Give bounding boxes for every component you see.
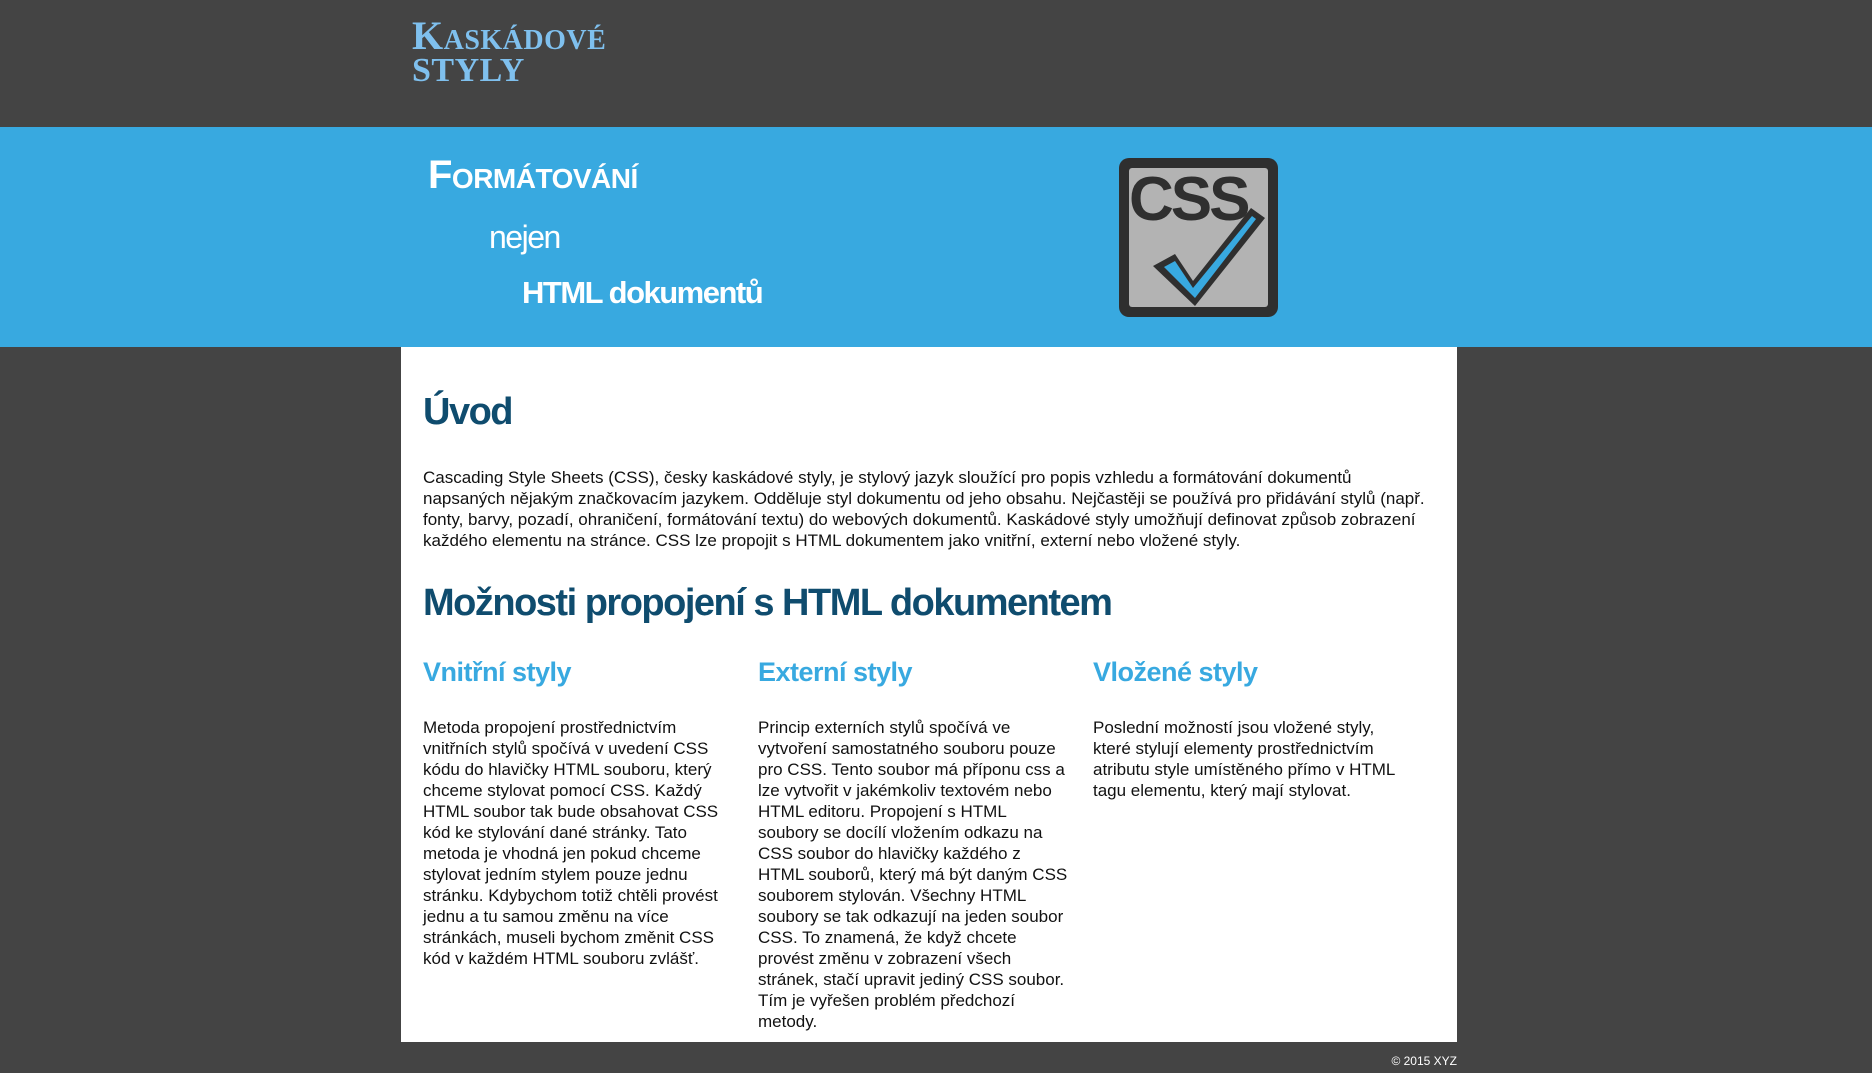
column-title: Vnitřní styly xyxy=(423,657,572,687)
footer-copyright: © 2015 XYZ xyxy=(1391,1054,1457,1068)
column-text: Poslední možností jsou vložené styly, kt… xyxy=(1093,718,1395,800)
column-external-styles: Externí styly Princip externích stylů sp… xyxy=(758,657,1068,1032)
banner-line-3: HTML dokumentů xyxy=(522,275,764,310)
hero-banner: Formátování nejen HTML dokumentů CSS xyxy=(0,127,1872,347)
banner-line-2: nejen xyxy=(489,219,561,255)
main-content: Úvod Cascading Style Sheets (CSS), česky… xyxy=(401,347,1457,1042)
intro-paragraph: Cascading Style Sheets (CSS), česky kask… xyxy=(423,468,1425,550)
css-checkmark-icon: CSS xyxy=(1119,158,1278,317)
intro-heading: Úvod xyxy=(423,391,514,433)
logo-title: Kaskádové xyxy=(412,13,607,58)
column-text: Princip externích stylů spočívá ve vytvo… xyxy=(758,718,1068,1031)
column-inline-styles: Vnitřní styly Metoda propojení prostředn… xyxy=(423,657,733,969)
css-logo-text: CSS xyxy=(1129,165,1248,234)
column-title: Externí styly xyxy=(758,657,913,687)
options-heading: Možnosti propojení s HTML dokumentem xyxy=(423,582,1113,624)
column-embedded-styles: Vložené styly Poslední možností jsou vlo… xyxy=(1093,657,1403,801)
logo-subtitle: STYLY xyxy=(412,52,525,89)
column-title: Vložené styly xyxy=(1093,657,1258,687)
site-header: Kaskádové STYLY xyxy=(0,0,1872,127)
site-logo[interactable]: Kaskádové STYLY xyxy=(412,16,606,88)
banner-line-1: Formátování xyxy=(428,153,638,197)
column-text: Metoda propojení prostřednictvím vnitřní… xyxy=(423,718,719,968)
